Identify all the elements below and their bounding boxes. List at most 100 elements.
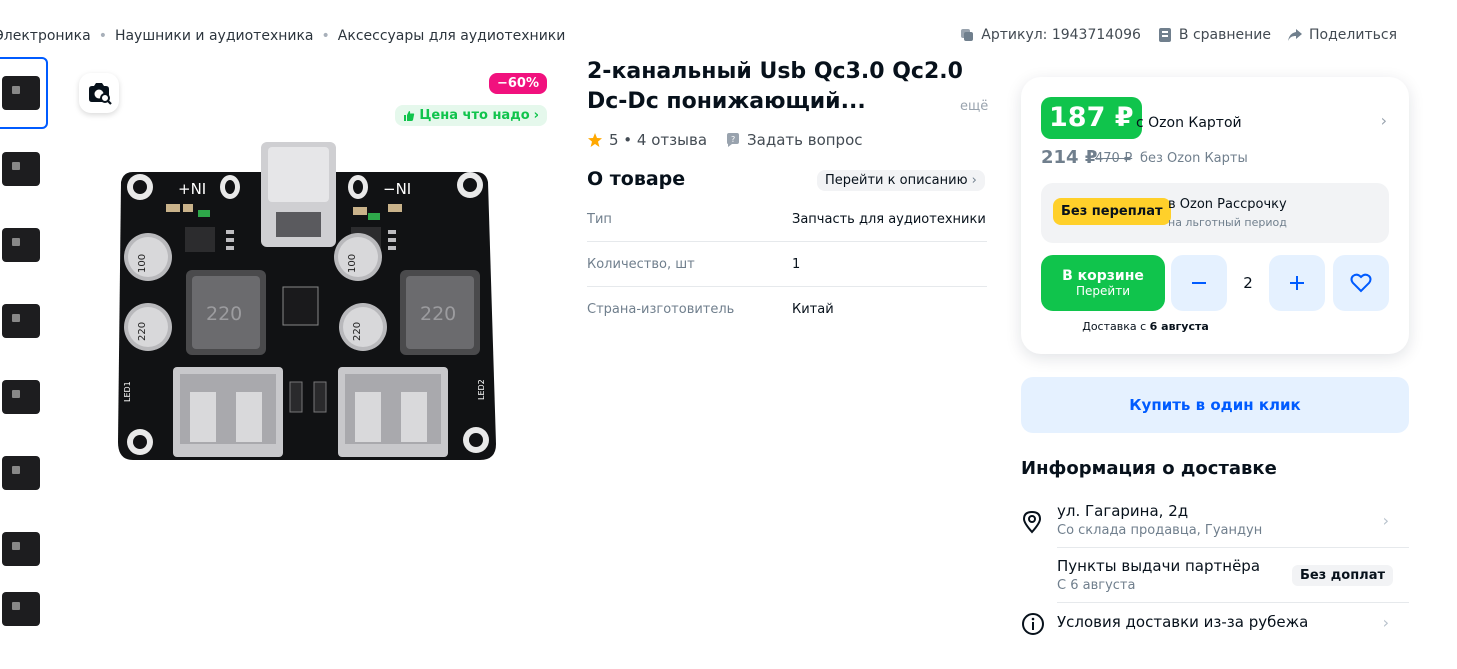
abroad-delivery-row[interactable]: Условия доставки из-за рубежа › [1021,610,1409,640]
product-gallery[interactable]: −60% Цена что надо › +NI −NI 100 100 220… [70,57,560,507]
thumbnail-image [2,304,40,338]
article-link[interactable]: Артикул: 1943714096 [959,27,1141,43]
shipping-address-row[interactable]: ул. Гагарина, 2д Со склада продавца, Гуа… [1021,500,1409,545]
ask-question-link[interactable]: ? Задать вопрос [725,131,863,149]
thumbnail-image [2,228,40,262]
property-value: 1 [792,256,801,272]
price-old: 470 ₽ [1095,151,1133,166]
to-description-button[interactable]: Перейти к описанию › [817,170,985,191]
chevron-right-icon[interactable]: › [1381,111,1387,130]
svg-text:?: ? [731,135,735,144]
pickup-points-date: С 6 августа [1057,578,1136,593]
to-description-label: Перейти к описанию [825,173,968,188]
board-label-plus: +NI [178,180,206,198]
thumbnail-image [2,456,40,490]
breadcrumb-item-headphones[interactable]: Наушники и аудиотехника [115,28,314,44]
thumbnail-4[interactable] [0,285,48,357]
property-row: Количество, шт 1 [587,242,987,287]
chevron-right-icon: › [971,173,977,188]
location-pin-icon [1022,510,1042,534]
delivery-date: 6 августа [1149,320,1209,333]
in-cart-label: В корзине [1062,268,1144,284]
thumbnail-5[interactable] [0,361,48,433]
divider [1057,547,1409,548]
thumbnail-8[interactable] [0,589,48,629]
property-row: Тип Запчасть для аудиотехники [587,197,987,242]
inductor-label: 220 [206,303,242,325]
breadcrumb-separator: • [321,28,330,44]
breadcrumb: Электроника • Наушники и аудиотехника • Аксе… [0,28,565,44]
rating-reviews-link[interactable]: 5 • 4 отзыва [609,131,707,149]
chat-icon: ? [727,133,740,147]
price-regular: 214 ₽ [1041,147,1098,168]
breadcrumb-item-electronics[interactable]: Электроника [0,28,91,44]
product-image: +NI −NI 100 100 220 220 220 220 LED1 LED… [118,142,496,460]
property-value[interactable]: Китай [792,302,834,317]
in-cart-button[interactable]: В корзине Перейти [1041,255,1165,311]
thumbnail-3[interactable] [0,209,48,281]
title-more-link[interactable]: ещё [960,99,988,114]
capacitor-label: 220 [137,322,148,341]
property-value[interactable]: Запчасть для аудиотехники [792,212,986,227]
pickup-points: Пункты выдачи партнёра [1057,557,1261,575]
shipping-address: ул. Гагарина, 2д [1057,502,1189,520]
compare-link[interactable]: В сравнение [1157,27,1271,43]
thumbnail-image [2,152,40,186]
capacitor-label: 220 [352,322,363,341]
camera-search-icon [89,83,112,105]
thumbnail-6[interactable] [0,437,48,509]
capacitor-label: 100 [347,254,358,273]
discount-badge: −60% [488,73,547,94]
heart-icon [1350,273,1372,293]
no-surcharge-badge: Без доплат [1291,565,1393,586]
thumbnail-7[interactable] [0,513,48,585]
go-to-cart-label: Перейти [1076,284,1130,298]
installment-title: в Ozon Рассрочку [1168,197,1287,212]
favorite-button[interactable] [1333,255,1389,311]
price-regular-label: без Ozon Карты [1140,151,1248,166]
share-link[interactable]: Поделиться [1287,27,1397,43]
divider [1057,602,1409,603]
share-label: Поделиться [1309,27,1397,43]
product-title: 2-канальный Usb Qc3.0 Qc2.0 Dc-Dc понижа… [587,59,963,114]
led-label-2: LED2 [477,379,486,400]
quantity-value: 2 [1243,274,1253,292]
star-icon [588,133,602,147]
property-key: Количество, шт [587,256,695,272]
thumbnail-1[interactable] [0,57,48,129]
delivery-prefix: Доставка с [1082,320,1150,333]
thumbnail-image [2,76,40,110]
quantity-decrease-button[interactable] [1171,255,1227,311]
buy-card: 187 ₽ с Ozon Картой › 214 ₽ 470 ₽ без Oz… [1021,77,1409,354]
property-row: Страна-изготовитель Китай [587,287,987,332]
thumbnail-image [2,532,40,566]
info-icon [1022,613,1044,635]
image-search-button[interactable] [79,73,119,113]
copy-icon [961,29,974,41]
led-label-1: LED1 [123,381,132,402]
thumbnail-strip [0,57,49,633]
ask-question-label: Задать вопрос [747,131,863,149]
plus-icon [1290,276,1304,290]
capacitor-label: 100 [137,254,148,273]
breadcrumb-item-accessories[interactable]: Аксессуары для аудиотехники [338,28,566,44]
good-price-label: Цена что надо [419,108,530,123]
shipping-title: Информация о доставке [1021,458,1277,479]
shipping-address-sub: Со склада продавца, Гуандун [1057,523,1263,538]
article-label: Артикул: 1943714096 [981,27,1141,43]
installment-offer[interactable]: Без переплат в Ozon Рассрочку на льготны… [1041,183,1389,243]
breadcrumb-separator: • [98,28,107,44]
price-with-card[interactable]: 187 ₽ [1041,97,1142,139]
thumbnail-2[interactable] [0,133,48,205]
share-icon [1288,29,1303,41]
chevron-right-icon: › [533,108,539,123]
compare-label: В сравнение [1178,27,1272,43]
buy-one-click-button[interactable]: Купить в один клик [1021,377,1409,433]
good-price-badge[interactable]: Цена что надо › [395,105,547,126]
quantity-increase-button[interactable] [1269,255,1325,311]
pickup-points-row[interactable]: Пункты выдачи партнёра С 6 августа Без д… [1021,555,1409,600]
chevron-right-icon: › [1382,511,1389,530]
delivery-note: Доставка с 6 августа [1041,320,1250,333]
price-with-card-label: с Ozon Картой [1136,115,1242,131]
thumbnail-image [2,592,40,626]
